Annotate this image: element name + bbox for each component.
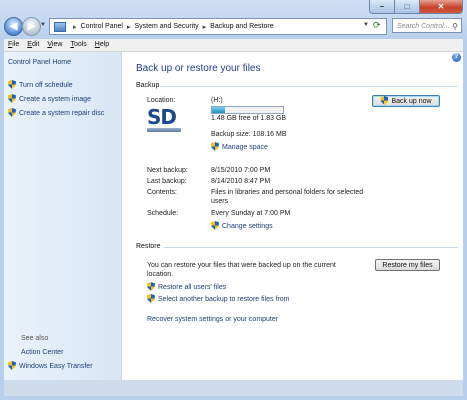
menu-view[interactable]: View bbox=[47, 39, 62, 51]
close-button[interactable]: ✕ bbox=[419, 0, 463, 14]
chevron-right-icon[interactable]: ▸ bbox=[73, 23, 77, 31]
change-settings-label: Change settings bbox=[222, 223, 273, 230]
contents-value-line2: users bbox=[211, 198, 229, 205]
shield-icon bbox=[8, 80, 16, 89]
schedule-value: Every Sunday at 7:00 PM bbox=[211, 210, 291, 217]
sidebar-item-windows-easy-transfer[interactable]: Windows Easy Transfer bbox=[8, 361, 93, 370]
shield-icon bbox=[147, 282, 155, 291]
shield-icon bbox=[211, 142, 219, 151]
status-bar bbox=[4, 380, 463, 396]
search-icon[interactable]: ⚲ bbox=[452, 19, 458, 34]
back-up-now-label: Back up now bbox=[391, 98, 432, 105]
recover-system-settings-link[interactable]: Recover system settings or your computer bbox=[147, 316, 278, 323]
address-bar[interactable]: ▸ Control Panel ▸ System and Security ▸ … bbox=[49, 18, 387, 35]
shield-icon bbox=[211, 221, 219, 230]
disk-usage-fill bbox=[212, 107, 226, 113]
section-divider bbox=[161, 86, 458, 87]
manage-space-link[interactable]: Manage space bbox=[211, 142, 268, 151]
restore-all-users-files-link[interactable]: Restore all users' files bbox=[147, 282, 226, 291]
sidebar-item-turn-off-schedule[interactable]: Turn off schedule bbox=[8, 80, 73, 89]
backup-heading: Backup bbox=[136, 82, 160, 89]
menu-file[interactable]: File bbox=[8, 39, 19, 51]
restore-description-line1: You can restore your files that were bac… bbox=[147, 262, 336, 269]
sidebar-item-create-system-image[interactable]: Create a system image bbox=[8, 94, 91, 103]
maximize-button[interactable]: □ bbox=[394, 0, 420, 14]
address-dropdown-icon[interactable]: ▼ bbox=[363, 22, 369, 28]
shield-icon bbox=[8, 94, 16, 103]
schedule-label: Schedule: bbox=[147, 210, 179, 217]
sd-card-drive-icon: SD bbox=[147, 107, 183, 136]
sidebar-item-create-repair-disc[interactable]: Create a system repair disc bbox=[8, 108, 104, 117]
backup-size-text: Backup size: 108.16 MB bbox=[211, 131, 287, 138]
section-divider bbox=[164, 247, 458, 248]
restore-heading: Restore bbox=[136, 243, 161, 250]
refresh-icon[interactable]: ⟳ bbox=[373, 20, 381, 31]
transfer-icon bbox=[8, 361, 16, 370]
recent-pages-dropdown-icon[interactable]: ▼ bbox=[40, 22, 46, 28]
back-up-now-button[interactable]: Back up now bbox=[372, 95, 440, 107]
back-button[interactable]: ◀ bbox=[4, 17, 23, 36]
next-backup-label: Next backup: bbox=[147, 167, 188, 174]
contents-value-line1: Files in libraries and personal folders … bbox=[211, 189, 364, 196]
restore-my-files-button[interactable]: Restore my files bbox=[375, 259, 440, 271]
see-also-heading: See also bbox=[21, 335, 49, 342]
menu-bar: File Edit View Tools Help bbox=[4, 39, 463, 52]
menu-help[interactable]: Help bbox=[95, 39, 109, 51]
select-another-backup-link[interactable]: Select another backup to restore files f… bbox=[147, 294, 290, 303]
chevron-right-icon[interactable]: ▸ bbox=[203, 23, 207, 31]
sidebar-item-action-center[interactable]: Action Center bbox=[21, 349, 63, 356]
sidebar-item-label: Create a system repair disc bbox=[19, 110, 105, 117]
sidebar-item-label: Turn off schedule bbox=[19, 82, 73, 89]
breadcrumb-system-and-security[interactable]: System and Security bbox=[134, 23, 198, 30]
restore-all-label: Restore all users' files bbox=[158, 284, 227, 291]
location-value: (H:) bbox=[211, 97, 223, 104]
free-space-text: 1.48 GB free of 1.83 GB bbox=[211, 115, 287, 122]
sidebar-item-label: Windows Easy Transfer bbox=[19, 363, 93, 370]
menu-edit[interactable]: Edit bbox=[27, 39, 39, 51]
forward-button[interactable]: ▶ bbox=[22, 17, 41, 36]
menu-tools[interactable]: Tools bbox=[70, 39, 86, 51]
contents-label: Contents: bbox=[147, 189, 177, 196]
disk-usage-bar bbox=[211, 106, 284, 114]
chevron-right-icon[interactable]: ▸ bbox=[127, 23, 131, 31]
location-label: Location: bbox=[147, 97, 176, 104]
minimize-button[interactable]: – bbox=[369, 0, 395, 14]
search-input[interactable]: Search Control... ⚲ bbox=[392, 18, 462, 33]
restore-description-line2: location. bbox=[147, 271, 174, 278]
breadcrumb-backup-and-restore[interactable]: Backup and Restore bbox=[210, 23, 273, 30]
control-panel-icon bbox=[54, 21, 66, 32]
last-backup-value: 8/14/2010 8:47 PM bbox=[211, 178, 271, 185]
drive-icon-label: SD bbox=[147, 105, 177, 129]
sidebar-item-label: Create a system image bbox=[19, 96, 91, 103]
select-another-label: Select another backup to restore files f… bbox=[158, 296, 290, 303]
help-icon[interactable]: ? bbox=[452, 53, 461, 62]
manage-space-label: Manage space bbox=[222, 144, 268, 151]
next-backup-value: 8/15/2010 7:00 PM bbox=[211, 167, 271, 174]
navigation-bar: ◀ ▶ ▼ ▸ Control Panel ▸ System and Secur… bbox=[0, 16, 467, 38]
shield-icon bbox=[380, 96, 389, 105]
last-backup-label: Last backup: bbox=[147, 178, 187, 185]
change-settings-link[interactable]: Change settings bbox=[211, 221, 273, 230]
shield-icon bbox=[8, 108, 16, 117]
shield-icon bbox=[147, 294, 155, 303]
sidebar-control-panel-home[interactable]: Control Panel Home bbox=[8, 59, 71, 66]
sidebar: Control Panel Home Turn off schedule Cre… bbox=[4, 52, 122, 380]
page-title: Back up or restore your files bbox=[136, 63, 261, 74]
search-placeholder: Search Control... bbox=[397, 23, 450, 30]
breadcrumb-control-panel[interactable]: Control Panel bbox=[81, 23, 123, 30]
